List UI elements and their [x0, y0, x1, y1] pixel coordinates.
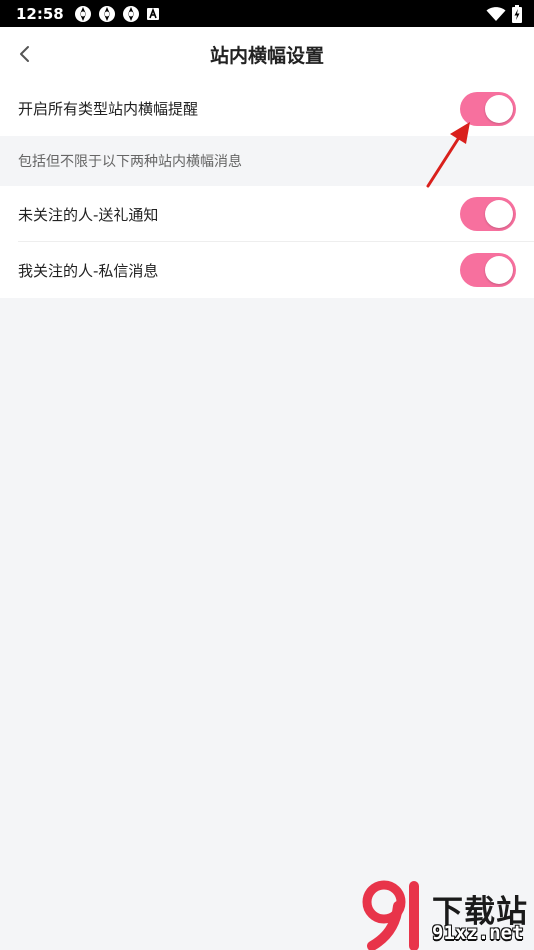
setting-label: 未关注的人-送礼通知	[18, 205, 159, 224]
back-button[interactable]	[10, 39, 40, 69]
nav-bar: 站内横幅设置	[0, 27, 534, 81]
status-system-icons	[486, 4, 522, 23]
app-notification-icon	[74, 5, 91, 22]
watermark-logo-icon	[362, 880, 419, 950]
toggle-knob	[485, 94, 513, 123]
setting-label: 我关注的人-私信消息	[18, 261, 159, 280]
status-time: 12:58	[16, 4, 64, 23]
status-bar: 12:58	[0, 0, 534, 27]
page-title: 站内横幅设置	[209, 44, 324, 67]
a-badge-icon	[146, 7, 159, 20]
chevron-left-icon	[20, 46, 29, 62]
setting-label: 开启所有类型站内横幅提醒	[18, 100, 199, 118]
watermark-url: 91xz.net	[432, 922, 524, 944]
wifi-icon	[486, 6, 506, 21]
watermark: 下载站 91xz.net	[362, 880, 534, 950]
setting-row-private-message: 我关注的人-私信消息	[0, 242, 534, 298]
app-notification-icon	[98, 5, 115, 22]
setting-row-gift-notice: 未关注的人-送礼通知	[0, 186, 534, 242]
toggle-knob	[485, 200, 513, 228]
toggle-knob	[485, 256, 513, 284]
private-message-toggle[interactable]	[460, 253, 516, 287]
status-notification-icons	[74, 5, 160, 23]
app-notification-icon	[122, 5, 139, 22]
annotation-arrow-icon	[426, 122, 470, 188]
gift-notice-toggle[interactable]	[460, 197, 516, 231]
battery-charging-icon	[512, 4, 522, 23]
